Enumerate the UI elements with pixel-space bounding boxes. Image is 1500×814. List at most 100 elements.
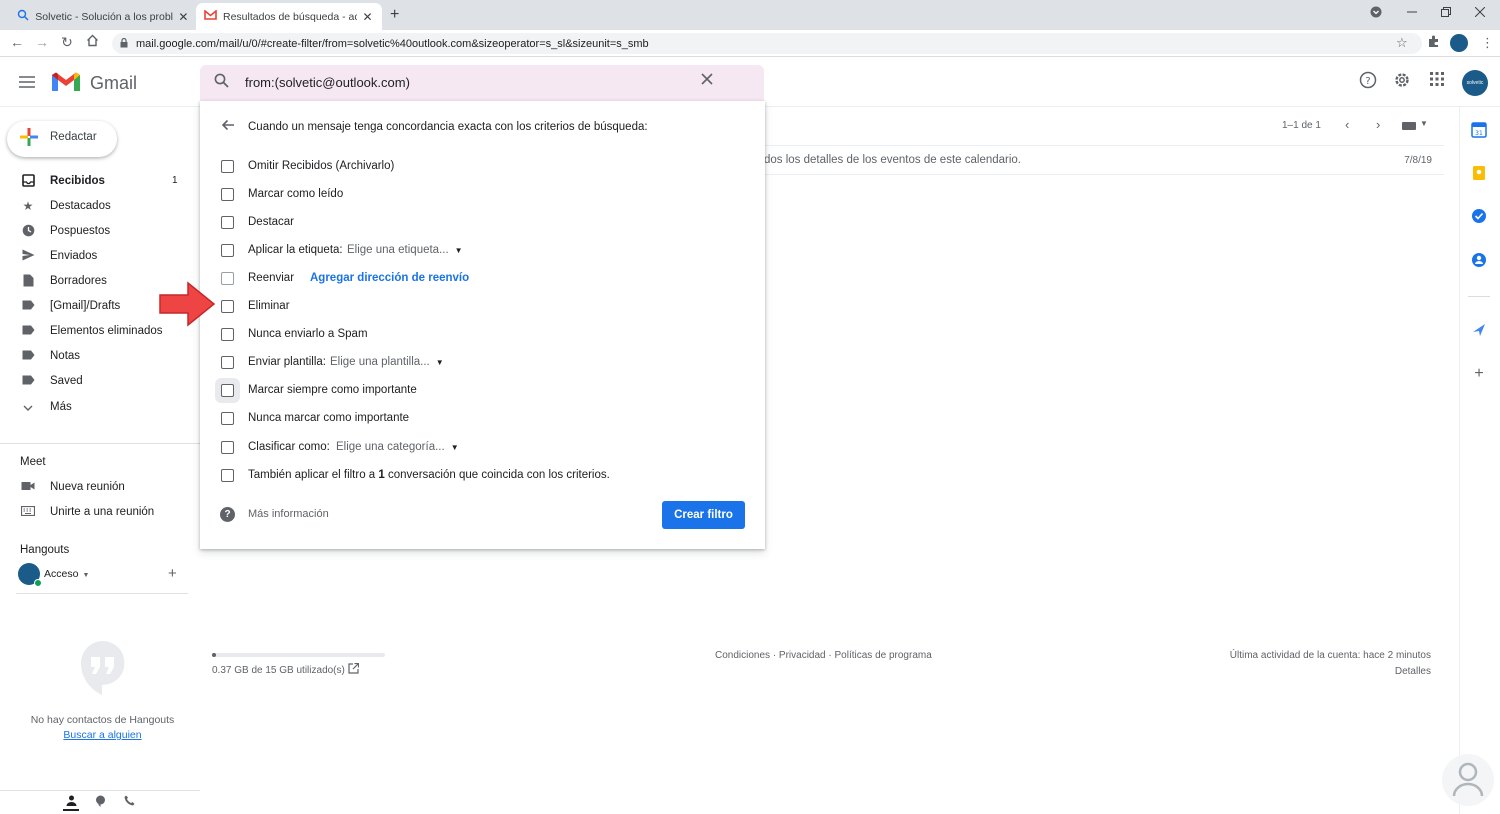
next-page-icon[interactable]: › <box>1376 117 1380 132</box>
label-select[interactable]: Elige una etiqueta... ▼ <box>347 244 463 256</box>
checkbox[interactable] <box>221 469 234 482</box>
help-icon[interactable]: ? <box>1357 71 1379 93</box>
input-tools-caret-icon[interactable]: ▼ <box>1420 119 1428 128</box>
home-icon[interactable] <box>83 34 101 50</box>
compose-button[interactable]: Redactar <box>7 121 117 157</box>
sidebar-item-sent[interactable]: Enviados <box>0 244 190 269</box>
browser-tab-solvetic[interactable]: Solvetic - Solución a los problem ✕ <box>8 3 198 30</box>
filter-option-never-spam[interactable]: Nunca enviarlo a Spam <box>200 322 765 348</box>
checkbox[interactable] <box>221 188 234 201</box>
sidebar-item-notes[interactable]: Notas <box>0 344 190 369</box>
hangouts-chat-icon[interactable] <box>92 795 108 811</box>
checkbox[interactable] <box>221 356 234 369</box>
filter-option-mark-read[interactable]: Marcar como leído <box>200 182 765 208</box>
option-label: Marcar siempre como importante <box>248 384 417 396</box>
filter-option-categorize[interactable]: Clasificar como: Elige una categoría... ▼ <box>200 435 765 461</box>
browser-menu-icon[interactable]: ⋮ <box>1481 35 1494 51</box>
checkbox[interactable] <box>221 244 234 257</box>
phone-icon[interactable] <box>121 795 137 811</box>
meet-section-title: Meet <box>20 456 46 468</box>
search-icon[interactable] <box>214 73 229 91</box>
meet-new-meeting[interactable]: Nueva reunión <box>0 475 190 500</box>
input-tools-keyboard-icon[interactable] <box>1402 122 1416 130</box>
new-tab-button[interactable]: + <box>390 6 399 24</box>
template-select[interactable]: Elige una plantilla... ▼ <box>330 356 444 368</box>
back-icon[interactable]: ← <box>8 34 26 50</box>
filter-option-delete[interactable]: Eliminar <box>200 294 765 320</box>
extensions-icon[interactable] <box>1427 35 1440 51</box>
checkbox[interactable] <box>221 160 234 173</box>
meet-join-meeting[interactable]: Unirte a una reunión <box>0 500 190 525</box>
search-bar[interactable]: from:(solvetic@outlook.com) <box>200 65 764 101</box>
checkbox[interactable] <box>221 328 234 341</box>
sidebar-item-more[interactable]: Más <box>0 395 190 420</box>
checkbox[interactable] <box>221 300 234 313</box>
caret-down-icon: ▼ <box>450 443 459 452</box>
add-forwarding-address-link[interactable]: Agregar dirección de reenvío <box>310 272 469 284</box>
email-row[interactable]: dos los detalles de los eventos de este … <box>764 145 1444 175</box>
pagination-text: 1–1 de 1 <box>1282 120 1321 131</box>
google-apps-icon[interactable] <box>1426 71 1448 93</box>
filter-option-forward[interactable]: Reenviar Agregar dirección de reenvío <box>200 266 765 292</box>
filter-option-always-important[interactable]: Marcar siempre como importante <box>200 378 765 404</box>
browser-tab-gmail[interactable]: Resultados de búsqueda - acces ✕ <box>196 3 382 30</box>
online-status-dot <box>34 579 42 587</box>
addon-arrow-icon[interactable] <box>1471 322 1487 338</box>
add-contact-button[interactable]: + <box>168 565 177 582</box>
profile-menu-icon[interactable] <box>1370 6 1382 21</box>
settings-gear-icon[interactable] <box>1391 71 1413 93</box>
checkbox[interactable] <box>221 412 234 425</box>
checkbox[interactable] <box>221 272 234 285</box>
contacts-person-icon[interactable] <box>63 795 79 811</box>
hangouts-user-name[interactable]: Acceso ▼ <box>44 568 89 580</box>
tab-close-icon[interactable]: ✕ <box>361 10 374 24</box>
filter-option-star[interactable]: Destacar <box>200 210 765 236</box>
create-filter-panel: Cuando un mensaje tenga concordancia exa… <box>200 101 765 549</box>
get-addons-plus-icon[interactable]: + <box>1471 366 1487 382</box>
gmail-logo-icon[interactable] <box>50 71 82 93</box>
category-select[interactable]: Elige una categoría... ▼ <box>336 441 459 453</box>
bookmark-star-icon[interactable]: ☆ <box>1396 35 1408 51</box>
filter-option-send-template[interactable]: Enviar plantilla: Elige una plantilla...… <box>200 350 765 376</box>
sidebar-item-starred[interactable]: ★ Destacados <box>0 194 190 219</box>
unread-count: 1 <box>172 175 178 186</box>
reload-icon[interactable]: ↻ <box>58 34 76 51</box>
contacts-icon[interactable] <box>1471 252 1487 268</box>
checkbox[interactable] <box>221 216 234 229</box>
filter-option-also-apply[interactable]: También aplicar el filtro a 1 conversaci… <box>200 463 765 489</box>
main-menu-icon[interactable] <box>19 73 35 93</box>
sidebar-item-snoozed[interactable]: Pospuestos <box>0 219 190 244</box>
activity-details-link[interactable]: Detalles <box>1395 666 1431 677</box>
forward-icon[interactable]: → <box>33 34 51 50</box>
tasks-icon[interactable] <box>1471 208 1487 224</box>
restore-window-icon[interactable] <box>1441 6 1451 20</box>
more-info-link[interactable]: Más información <box>248 508 329 520</box>
sidebar-item-saved[interactable]: Saved <box>0 369 190 394</box>
option-label: Enviar plantilla: <box>248 356 326 368</box>
previous-page-icon[interactable]: ‹ <box>1345 117 1349 132</box>
address-bar[interactable]: mail.google.com/mail/u/0/#create-filter/… <box>112 33 1422 54</box>
keep-notes-icon[interactable] <box>1471 165 1487 181</box>
close-window-icon[interactable] <box>1474 6 1486 20</box>
checkbox[interactable] <box>221 441 234 454</box>
account-avatar[interactable]: solvetic <box>1462 70 1488 96</box>
filter-option-apply-label[interactable]: Aplicar la etiqueta: Elige una etiqueta.… <box>200 238 765 264</box>
filter-option-never-important[interactable]: Nunca marcar como importante <box>200 406 765 432</box>
search-input[interactable]: from:(solvetic@outlook.com) <box>245 75 410 90</box>
clear-search-icon[interactable] <box>700 71 714 91</box>
browser-profile-avatar[interactable] <box>1450 34 1468 52</box>
footer-policy-links[interactable]: Condiciones · Privacidad · Políticas de … <box>715 650 932 661</box>
external-link-icon[interactable] <box>348 662 360 677</box>
option-label: También aplicar el filtro a 1 conversaci… <box>248 469 610 481</box>
create-filter-button[interactable]: Crear filtro <box>662 501 745 529</box>
sidebar-item-inbox[interactable]: Recibidos 1 <box>0 169 190 194</box>
back-arrow-icon[interactable] <box>221 118 235 134</box>
help-icon[interactable]: ? <box>220 507 235 522</box>
video-camera-icon <box>21 480 35 494</box>
checkbox[interactable] <box>221 384 234 397</box>
calendar-icon[interactable]: 31 <box>1471 122 1487 138</box>
tab-close-icon[interactable]: ✕ <box>177 10 190 24</box>
minimize-window-icon[interactable] <box>1407 6 1417 20</box>
filter-option-skip-inbox[interactable]: Omitir Recibidos (Archivarlo) <box>200 154 765 180</box>
find-someone-link[interactable]: Buscar a alguien <box>0 729 205 741</box>
